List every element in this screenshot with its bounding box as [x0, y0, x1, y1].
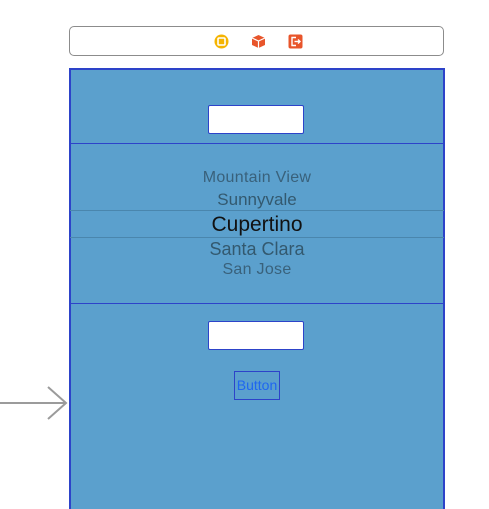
picker-row-selected[interactable]: Cupertino [70, 213, 444, 237]
storyboard-canvas: Mountain View Sunnyvale Cupertino Santa … [0, 0, 489, 509]
city-picker-view[interactable]: Mountain View Sunnyvale Cupertino Santa … [70, 143, 444, 304]
picker-row[interactable]: San Jose [70, 261, 444, 279]
scene-dock [69, 26, 444, 56]
view-controller-view[interactable]: Mountain View Sunnyvale Cupertino Santa … [69, 68, 445, 509]
picker-selection-bottom-line [70, 237, 444, 238]
picker-row[interactable]: Sunnyvale [70, 190, 444, 210]
picker-row[interactable]: Mountain View [70, 169, 444, 187]
first-responder-icon[interactable] [251, 34, 266, 49]
button[interactable]: Button [234, 371, 280, 400]
picker-row[interactable]: Santa Clara [70, 239, 444, 260]
top-text-field[interactable] [208, 105, 304, 134]
view-controller-icon[interactable] [214, 34, 229, 49]
entry-point-arrow-icon[interactable] [0, 386, 70, 420]
picker-selection-top-line [70, 210, 444, 211]
bottom-text-field[interactable] [208, 321, 304, 350]
exit-icon[interactable] [288, 34, 303, 49]
